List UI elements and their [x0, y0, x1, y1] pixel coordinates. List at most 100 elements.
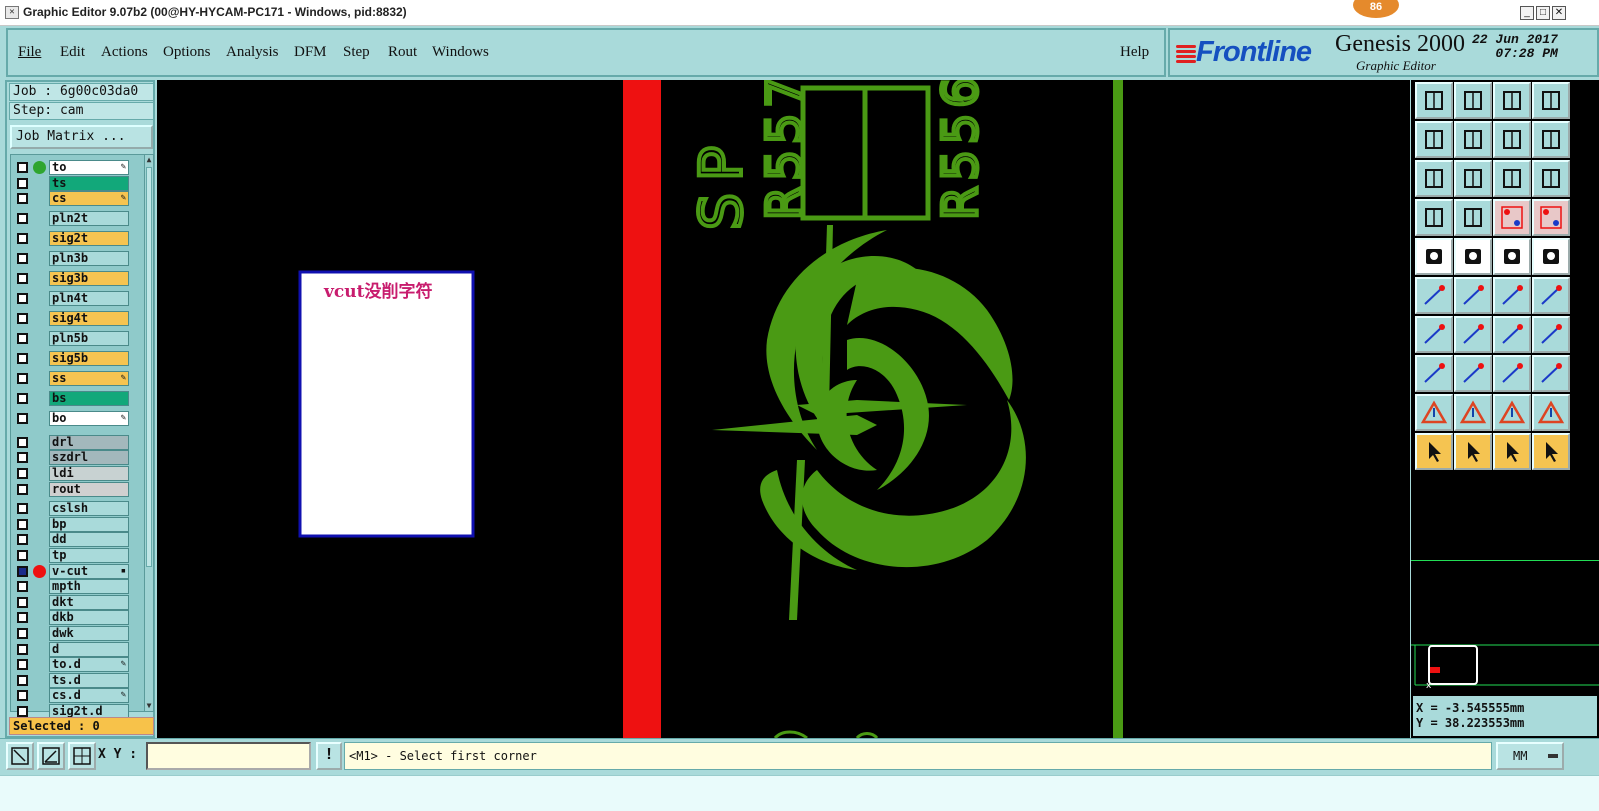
menu-dfm[interactable]: DFM [294, 44, 327, 61]
group-tool-button[interactable] [1532, 355, 1570, 392]
layer-checkbox[interactable] [17, 612, 28, 624]
layer-row-bp[interactable]: bp [15, 516, 133, 532]
layer-row-szdrl[interactable]: szdrl [15, 450, 133, 466]
xy-input[interactable] [146, 742, 311, 770]
layer-status-dot[interactable] [33, 161, 46, 174]
layer-name[interactable]: bp [49, 516, 129, 532]
draw-tool-button[interactable] [1454, 316, 1492, 353]
menu-actions[interactable]: Actions [101, 44, 148, 61]
layer-row-sig3b[interactable]: sig3b [15, 270, 133, 286]
graphic-canvas[interactable]: SP R557 R556 vcut没削字符 [157, 80, 1410, 738]
layer-name[interactable]: drl [49, 434, 129, 450]
layer-row-to[interactable]: to ✎ [15, 160, 133, 175]
layer-name[interactable]: sig5b [49, 350, 129, 366]
drc-a-button[interactable] [1493, 394, 1531, 431]
top-view-button[interactable] [1415, 82, 1453, 119]
layer-name[interactable]: v-cut ▪ [49, 563, 129, 579]
layer-status-dot[interactable] [33, 564, 46, 578]
layer-name[interactable]: pln2t [49, 210, 129, 226]
layer-name[interactable]: cslsh [49, 501, 129, 517]
flip-tool-button[interactable] [1532, 316, 1570, 353]
layer-row-pln2t[interactable]: pln2t [15, 210, 133, 226]
select-orange-button[interactable] [1454, 433, 1492, 470]
layer-row-v-cut[interactable]: v-cut ▪ [15, 563, 133, 579]
stack-button[interactable] [1532, 121, 1570, 158]
overview-minimap[interactable]: x [1411, 560, 1599, 691]
bottom-view-button[interactable] [1454, 82, 1492, 119]
arrow-tool-button[interactable] [1493, 277, 1531, 314]
layer-checkbox[interactable] [17, 503, 28, 515]
layer-checkbox[interactable] [17, 643, 28, 655]
select-pointer-button[interactable] [1493, 433, 1531, 470]
mirror-button[interactable] [1493, 121, 1531, 158]
layer-checkbox[interactable] [17, 581, 28, 593]
home-view-button[interactable] [1493, 82, 1531, 119]
layer-name[interactable]: cs.d ✎ [49, 688, 129, 704]
ruler-tool-button[interactable] [1493, 238, 1531, 275]
layer-checkbox[interactable] [17, 232, 28, 244]
menu-file[interactable]: File [18, 44, 41, 61]
layer-row-cslsh[interactable]: cslsh [15, 501, 133, 517]
net-red-button[interactable] [1493, 199, 1531, 236]
maximize-button[interactable]: □ [1536, 6, 1550, 20]
net-blue-button[interactable] [1532, 199, 1570, 236]
scroll-up-icon[interactable]: ▲ [145, 155, 153, 165]
menu-rout[interactable]: Rout [388, 44, 417, 61]
layer-checkbox[interactable] [17, 212, 28, 224]
zoom-fit-button[interactable] [1532, 82, 1570, 119]
layer-row-ts[interactable]: ts [15, 175, 133, 191]
layer-row-dwk[interactable]: dwk [15, 626, 133, 641]
layer-checkbox[interactable] [17, 177, 28, 189]
snap-left-button[interactable] [1415, 121, 1453, 158]
layer-name[interactable]: pln5b [49, 330, 129, 346]
layer-name[interactable]: bs [49, 390, 129, 406]
layer-name[interactable]: ts.d [49, 672, 129, 688]
layer-row-sig4t[interactable]: sig4t [15, 310, 133, 326]
layer-name[interactable]: sig4t [49, 310, 129, 326]
job-matrix-button[interactable]: Job Matrix ... [10, 125, 153, 149]
layer-row-drl[interactable]: drl [15, 434, 133, 450]
layer-checkbox[interactable] [17, 659, 28, 671]
resize-tool-button[interactable] [1415, 355, 1453, 392]
layer-row-pln3b[interactable]: pln3b [15, 250, 133, 266]
notification-badge[interactable]: 86 [1353, 0, 1399, 18]
layer-checkbox[interactable] [17, 565, 28, 577]
pan-button[interactable] [1415, 160, 1453, 197]
snap-right-button[interactable] [1454, 121, 1492, 158]
layer-row-mpth[interactable]: mpth [15, 579, 133, 595]
layer-checkbox[interactable] [17, 452, 28, 464]
alert-button[interactable]: ! [316, 742, 342, 770]
layer-checkbox[interactable] [17, 392, 28, 404]
layer-row-sig2t[interactable]: sig2t [15, 230, 133, 246]
layer-name[interactable]: dd [49, 532, 129, 548]
layer-row-cs.d[interactable]: cs.d ✎ [15, 688, 133, 704]
layer-name[interactable]: ts [49, 175, 129, 191]
layer-checkbox[interactable] [17, 372, 28, 384]
layer-name[interactable]: szdrl [49, 450, 129, 466]
layer-name[interactable]: pln3b [49, 250, 129, 266]
transform-tool-button[interactable] [1454, 238, 1492, 275]
grid-tool-button[interactable] [1454, 199, 1492, 236]
layer-checkbox[interactable] [17, 272, 28, 284]
layer-checkbox[interactable] [17, 412, 28, 424]
layer-checkbox[interactable] [17, 162, 28, 173]
rotate-tool-button[interactable] [1493, 316, 1531, 353]
select-multi-button[interactable] [1532, 433, 1570, 470]
layer-name[interactable]: to ✎ [49, 160, 129, 175]
layer-checkbox[interactable] [17, 468, 28, 479]
layer-row-dd[interactable]: dd [15, 532, 133, 548]
layer-row-sig5b[interactable]: sig5b [15, 350, 133, 366]
layer-name[interactable]: dkt [49, 594, 129, 610]
scroll-thumb[interactable] [146, 167, 152, 567]
layer-name[interactable]: dwk [49, 626, 129, 641]
layer-name[interactable]: d [49, 641, 129, 657]
layer-row-d[interactable]: d [15, 641, 133, 657]
swirl-logo[interactable] [712, 225, 1026, 620]
select-tool-button[interactable] [1415, 433, 1453, 470]
move-tool-button[interactable] [1532, 277, 1570, 314]
layer-row-tp[interactable]: tp [15, 548, 133, 563]
layer-row-rout[interactable]: rout [15, 481, 133, 497]
note-box[interactable] [298, 270, 475, 538]
zoom-area-button[interactable] [6, 742, 34, 770]
connect-tool-button[interactable] [1415, 277, 1453, 314]
